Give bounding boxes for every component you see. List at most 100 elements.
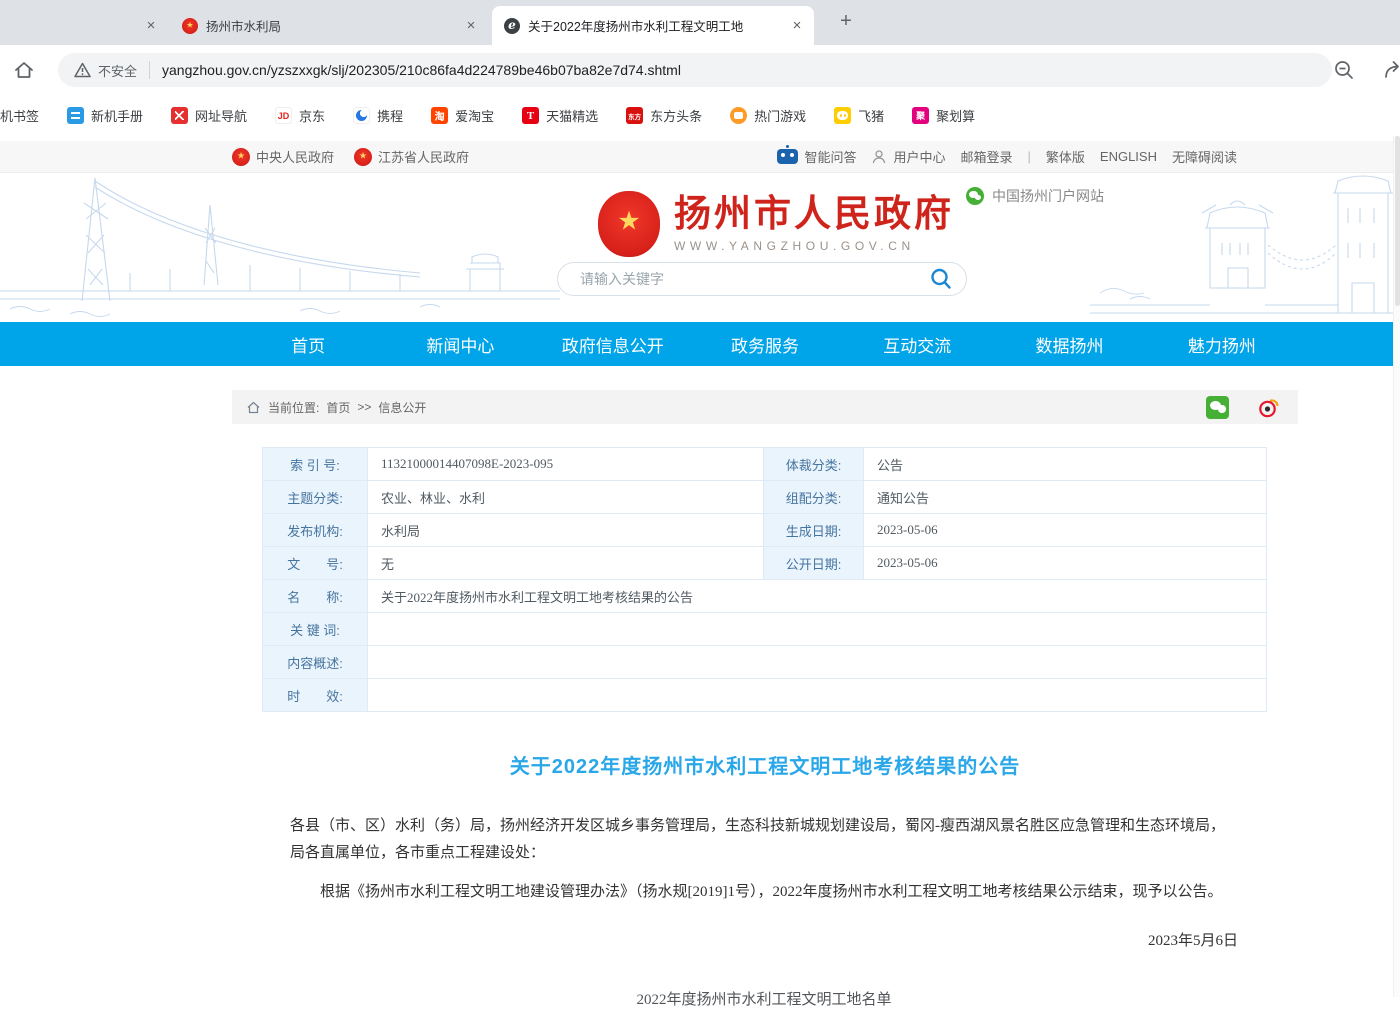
bookmarks-bar: 机书签 新机手册 网址导航 JD 京东 携程 淘 爱淘宝 T 天猫精选 东方 东… <box>0 95 1400 136</box>
bookmark-phone-bookmarks[interactable]: 机书签 <box>0 106 39 125</box>
link-user-center[interactable]: 用户中心 <box>871 147 945 166</box>
weibo-share-icon[interactable] <box>1257 396 1280 419</box>
east-icon: 东方 <box>626 107 643 124</box>
meta-value: 2023-05-06 <box>864 547 1267 580</box>
close-icon[interactable]: × <box>462 17 480 35</box>
link-jiangsu-gov[interactable]: 江苏省人民政府 <box>354 147 469 166</box>
zoom-out-icon[interactable] <box>1332 58 1356 82</box>
search-icon[interactable] <box>928 266 954 292</box>
tab-title: 扬州市水利局 <box>206 16 456 35</box>
tab-title: 关于2022年度扬州市水利工程文明工地 <box>528 16 782 35</box>
table-row: 时 效: <box>263 679 1267 712</box>
link-english[interactable]: ENGLISH <box>1100 149 1157 164</box>
list-title: 2022年度扬州市水利工程文明工地名单 <box>290 987 1238 1014</box>
national-emblem-icon <box>354 148 372 166</box>
bookmark-label: 京东 <box>299 106 325 125</box>
link-traditional[interactable]: 繁体版 <box>1046 147 1085 166</box>
bookmark-juhuasuan[interactable]: 聚 聚划算 <box>912 106 975 125</box>
bookmark-fliggy[interactable]: 飞猪 <box>834 106 884 125</box>
nav-info-disclosure[interactable]: 政府信息公开 <box>537 322 689 366</box>
bookmark-label: 机书签 <box>0 106 39 125</box>
meta-value: 11321000014407098E-2023-095 <box>368 448 764 481</box>
gov-links-right: 智能问答 用户中心 邮箱登录 | 繁体版 ENGLISH 无障碍阅读 <box>777 141 1237 172</box>
nav-services[interactable]: 政务服务 <box>689 322 841 366</box>
bookmark-hot-games[interactable]: 热门游戏 <box>730 106 806 125</box>
meta-label: 发布机构: <box>263 514 368 547</box>
meta-value: 关于2022年度扬州市水利工程文明工地考核结果的公告 <box>368 580 1267 613</box>
scrollbar[interactable] <box>1393 136 1400 997</box>
page-content: 当前位置: 首页 >> 信息公开 索 引 号: 1132100001440709… <box>0 366 1393 997</box>
gov-top-bar: 中央人民政府 江苏省人民政府 智能问答 用户中心 邮箱登录 | 繁体版 ENGL… <box>0 141 1400 173</box>
link-label: 用户中心 <box>893 147 945 166</box>
gov-links-left: 中央人民政府 江苏省人民政府 <box>232 141 469 172</box>
scrollbar-thumb[interactable] <box>1395 136 1400 306</box>
wechat-share-icon[interactable] <box>1206 396 1229 419</box>
meta-label: 内容概述: <box>263 646 368 679</box>
link-central-gov[interactable]: 中央人民政府 <box>232 147 334 166</box>
nav-charm[interactable]: 魅力扬州 <box>1146 322 1298 366</box>
games-icon <box>730 107 747 124</box>
link-smart-qa[interactable]: 智能问答 <box>777 147 856 166</box>
url-text: yangzhou.gov.cn/yzszxxgk/slj/202305/210c… <box>162 62 681 78</box>
bookmark-site-nav[interactable]: 网址导航 <box>171 106 247 125</box>
meta-label: 名 称: <box>263 580 368 613</box>
search-input[interactable] <box>578 270 928 288</box>
meta-value: 公告 <box>864 448 1267 481</box>
meta-label: 关 键 词: <box>263 613 368 646</box>
meta-value <box>368 646 1267 679</box>
tab-shuiliju[interactable]: 扬州市水利局 × <box>170 6 488 45</box>
meta-label: 时 效: <box>263 679 368 712</box>
link-label: 中央人民政府 <box>256 147 334 166</box>
tab-bar: × 扬州市水利局 × e 关于2022年度扬州市水利工程文明工地 × + <box>0 0 1400 45</box>
link-accessibility[interactable]: 无障碍阅读 <box>1172 147 1237 166</box>
meta-label: 体裁分类: <box>764 448 864 481</box>
nav-home[interactable]: 首页 <box>232 322 384 366</box>
bookmark-jd[interactable]: JD 京东 <box>275 106 325 125</box>
jd-icon: JD <box>275 107 292 124</box>
link-label: 江苏省人民政府 <box>378 147 469 166</box>
close-icon[interactable]: × <box>142 17 160 35</box>
nav-data[interactable]: 数据扬州 <box>993 322 1145 366</box>
divider: | <box>1028 149 1031 164</box>
breadcrumb-section-link[interactable]: 信息公开 <box>378 399 426 416</box>
bookmark-label: 爱淘宝 <box>455 106 494 125</box>
new-tab-button[interactable]: + <box>834 10 858 34</box>
portal-label: 中国扬州门户网站 <box>992 186 1104 206</box>
tab-active-announcement[interactable]: e 关于2022年度扬州市水利工程文明工地 × <box>492 6 814 45</box>
share-icon[interactable] <box>1382 58 1400 82</box>
meta-label: 文 号: <box>263 547 368 580</box>
bookmark-ctrip[interactable]: 携程 <box>353 106 403 125</box>
site-logo[interactable]: 扬州市人民政府 WWW.YANGZHOU.GOV.CN <box>598 191 954 257</box>
meta-value <box>368 613 1267 646</box>
close-icon[interactable]: × <box>788 17 806 35</box>
bookmark-tmall[interactable]: T 天猫精选 <box>522 106 598 125</box>
divider <box>149 61 150 79</box>
breadcrumb-home-link[interactable]: 首页 <box>326 399 350 416</box>
page-favicon: e <box>504 18 520 34</box>
user-icon <box>871 149 887 165</box>
nav-news[interactable]: 新闻中心 <box>384 322 536 366</box>
security-label[interactable]: 不安全 <box>98 61 137 80</box>
national-emblem-logo <box>598 191 660 257</box>
site-name: 扬州市人民政府 <box>674 195 954 234</box>
site-nav-icon <box>171 107 188 124</box>
bookmark-manual[interactable]: 新机手册 <box>67 106 143 125</box>
link-label: 智能问答 <box>804 147 856 166</box>
bookmark-aitaobao[interactable]: 淘 爱淘宝 <box>431 106 494 125</box>
fliggy-pig-icon <box>834 107 851 124</box>
portal-badge[interactable]: 中国扬州门户网站 <box>966 186 1104 206</box>
article-title: 关于2022年度扬州市水利工程文明工地考核结果的公告 <box>232 750 1298 779</box>
bookmark-label: 天猫精选 <box>546 106 598 125</box>
bookmark-east-headlines[interactable]: 东方 东方头条 <box>626 106 702 125</box>
warning-icon <box>74 62 91 78</box>
home-button[interactable] <box>11 57 37 83</box>
address-bar[interactable]: 不安全 yangzhou.gov.cn/yzszxxgk/slj/202305/… <box>58 53 1332 87</box>
bridge-sketch-left <box>0 173 560 322</box>
taobao-icon: 淘 <box>431 107 448 124</box>
manual-icon <box>67 107 84 124</box>
link-mail-login[interactable]: 邮箱登录 <box>960 147 1012 166</box>
site-url: WWW.YANGZHOU.GOV.CN <box>674 239 954 253</box>
gov-emblem-favicon <box>182 18 198 34</box>
tab-partial[interactable]: × <box>0 6 168 45</box>
nav-interaction[interactable]: 互动交流 <box>841 322 993 366</box>
